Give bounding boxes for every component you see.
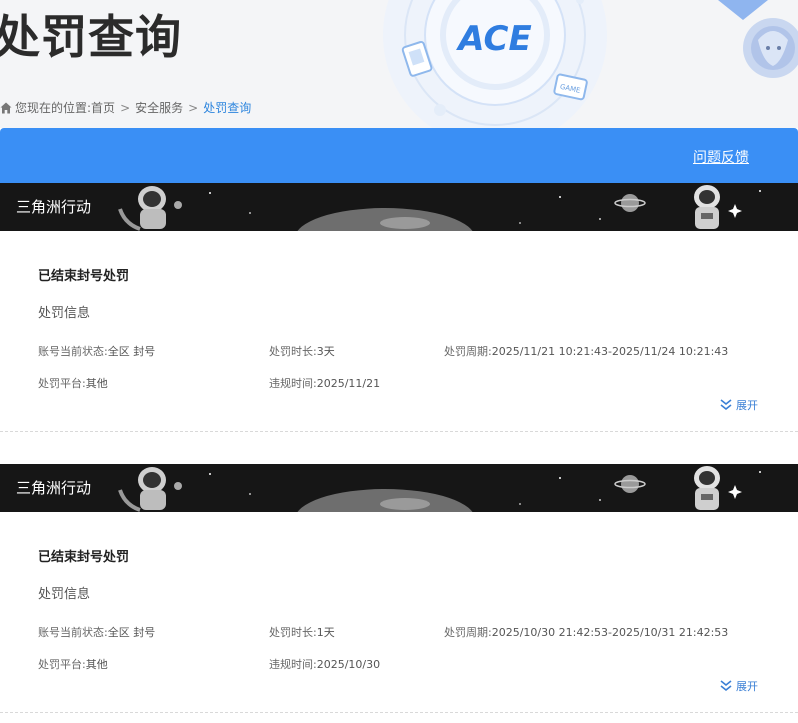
character-illustration [718, 0, 798, 78]
penalty-record: 三角洲行动 已结束封号处罚 处罚信息 账号当前状态:全区 封号 处罚时长:1天 … [0, 464, 798, 713]
breadcrumb-separator: > [120, 101, 131, 115]
page-header: ACE GAME 处罚查询 您现在的位置: 首页 > 安全服务 > 处罚查询 [0, 0, 798, 128]
feedback-link[interactable]: 问题反馈 [693, 147, 749, 167]
section-label: 处罚信息 [38, 587, 91, 602]
expand-label: 展开 [736, 680, 758, 693]
period-field: 处罚周期:2025/10/30 21:42:53-2025/10/31 21:4… [444, 626, 729, 639]
game-banner: 三角洲行动 [0, 183, 798, 231]
space-banner-illustration [0, 464, 798, 512]
record-details: 已结束封号处罚 处罚信息 账号当前状态:全区 封号 处罚时长:1天 处罚周期:2… [0, 512, 798, 713]
ace-logo-text: ACE [455, 19, 531, 59]
double-chevron-down-icon [720, 399, 732, 411]
record-details: 已结束封号处罚 处罚信息 账号当前状态:全区 封号 处罚时长:3天 处罚周期:2… [0, 231, 798, 432]
breadcrumb-separator: > [188, 101, 199, 115]
expand-button[interactable]: 展开 [719, 678, 758, 694]
double-chevron-down-icon [720, 680, 732, 692]
home-icon [0, 102, 12, 114]
breadcrumb-home-link[interactable]: 首页 [91, 100, 115, 116]
breadcrumb-current: 处罚查询 [203, 101, 252, 115]
game-banner: 三角洲行动 [0, 464, 798, 512]
expand-label: 展开 [736, 399, 758, 412]
action-bar: 问题反馈 [0, 128, 798, 183]
violation-time-field: 违规时间:2025/10/30 [269, 658, 381, 671]
breadcrumb: 您现在的位置: 首页 > 安全服务 > 处罚查询 [0, 100, 251, 116]
ace-logo-illustration: ACE GAME [383, 0, 607, 128]
status-title: 已结束封号处罚 [38, 269, 130, 284]
duration-field: 处罚时长:1天 [269, 626, 335, 639]
violation-time-field: 违规时间:2025/11/21 [269, 377, 381, 390]
breadcrumb-security-link[interactable]: 安全服务 [135, 100, 183, 116]
page-title: 处罚查询 [0, 10, 182, 64]
expand-button[interactable]: 展开 [719, 397, 758, 413]
platform-field: 处罚平台:其他 [38, 658, 108, 671]
breadcrumb-prefix: 您现在的位置: [15, 101, 92, 115]
game-name: 三角洲行动 [16, 479, 92, 497]
duration-field: 处罚时长:3天 [269, 345, 335, 358]
period-field: 处罚周期:2025/11/21 10:21:43-2025/11/24 10:2… [444, 345, 729, 358]
penalty-record: 三角洲行动 已结束封号处罚 处罚信息 账号当前状态:全区 封号 处罚时长:3天 … [0, 183, 798, 432]
space-banner-illustration [0, 183, 798, 231]
platform-field: 处罚平台:其他 [38, 377, 108, 390]
status-title: 已结束封号处罚 [38, 550, 130, 565]
account-status-field: 账号当前状态:全区 封号 [38, 626, 156, 639]
section-label: 处罚信息 [38, 306, 91, 321]
game-name: 三角洲行动 [16, 198, 92, 216]
account-status-field: 账号当前状态:全区 封号 [38, 345, 156, 358]
